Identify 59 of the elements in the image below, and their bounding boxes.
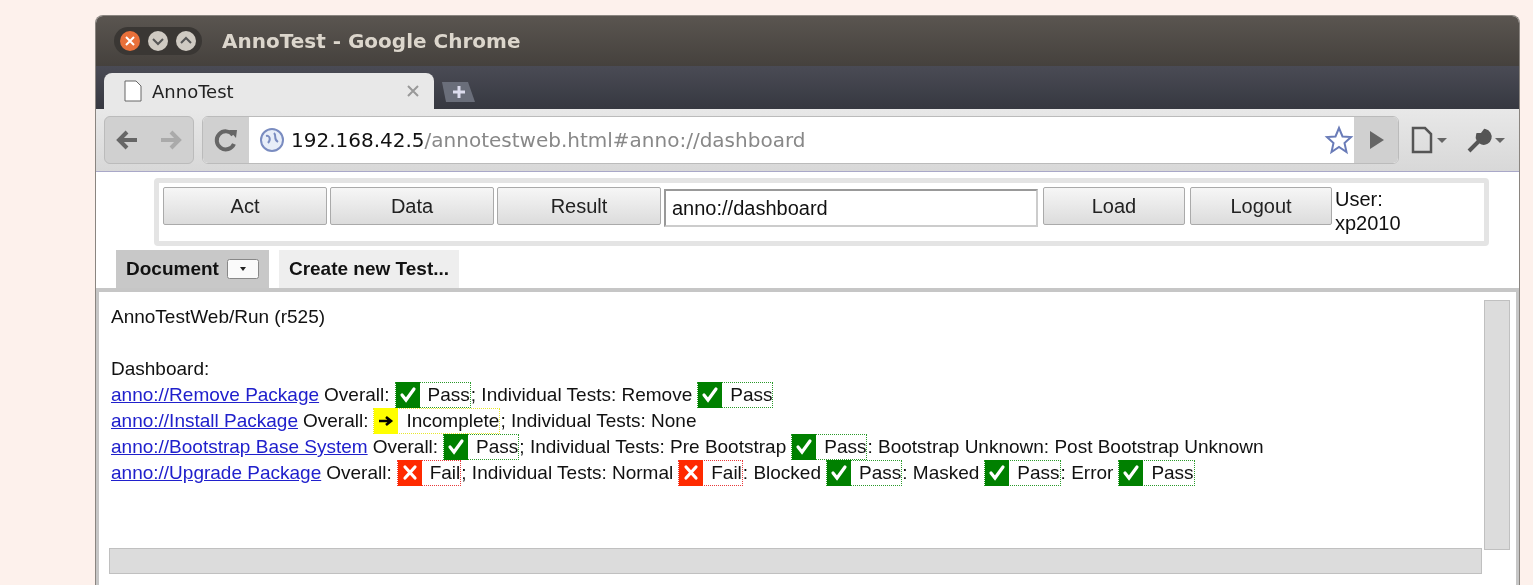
horizontal-scrollbar[interactable] (109, 548, 1482, 574)
version-heading: AnnoTestWeb/Run (r525) (111, 305, 326, 329)
cross-icon (397, 460, 422, 486)
dashboard-link[interactable]: anno://Install Package (111, 408, 298, 434)
nav-button[interactable]: Result (497, 187, 661, 225)
action-button[interactable]: Load (1043, 187, 1185, 225)
check-icon (698, 382, 723, 408)
dashboard-link[interactable]: anno://Upgrade Package (111, 460, 322, 486)
minimize-icon[interactable] (147, 30, 169, 52)
status-text: : Bootstrap Unknown: Post Bootstrap Unknown (867, 435, 1264, 459)
close-icon[interactable] (119, 30, 141, 52)
status-text: : Error (1060, 461, 1114, 485)
status-text: : Blocked (742, 461, 821, 485)
page-icon (124, 80, 142, 102)
status-text: : Masked (902, 461, 980, 485)
action-button[interactable]: Logout (1190, 187, 1332, 225)
check-icon (444, 434, 469, 460)
reload-icon[interactable] (203, 117, 249, 163)
dashboard-link[interactable]: anno://Remove Package (111, 382, 320, 408)
status-text: ; Individual Tests: Remove (470, 383, 693, 407)
dropdown-icon[interactable] (226, 259, 259, 279)
dashboard-link[interactable]: anno://Bootstrap Base System (111, 434, 368, 460)
check-icon (792, 434, 817, 460)
status-text: ; Individual Tests: None (500, 409, 697, 433)
check-icon (395, 382, 420, 408)
play-icon[interactable] (1354, 117, 1398, 163)
result-label: Fail (711, 461, 742, 485)
maximize-icon[interactable] (175, 30, 197, 52)
browser-tab[interactable]: AnnoTest (104, 73, 434, 109)
status-text: Overall: (302, 409, 369, 433)
status-text: Overall: (372, 435, 439, 459)
vertical-scrollbar[interactable] (1484, 300, 1510, 550)
user-label: User: xp2010 (1335, 187, 1402, 235)
status-text: Overall: (326, 461, 392, 485)
status-text: ; Individual Tests: Normal (461, 461, 674, 485)
result-label: Pass (824, 435, 867, 459)
result-label: Pass (859, 461, 902, 485)
result-label: Pass (427, 383, 470, 407)
address-field[interactable]: anno://dashboard (664, 189, 1038, 227)
page-tab[interactable]: Document (116, 250, 269, 288)
result-label: Pass (1151, 461, 1194, 485)
result-label: Fail (429, 461, 461, 485)
result-label: Incomplete (406, 409, 500, 433)
nav-button[interactable]: Act (163, 187, 327, 225)
status-text: ; Individual Tests: Pre Bootstrap (519, 435, 787, 459)
nav-button[interactable]: Data (330, 187, 494, 225)
star-icon[interactable] (1324, 125, 1354, 155)
result-label: Pass (476, 435, 519, 459)
check-icon (985, 460, 1010, 486)
section-heading: Dashboard: (111, 357, 210, 381)
status-text: Overall: (324, 383, 390, 407)
window-title: AnnoTest - Google Chrome (222, 29, 521, 53)
page-tab[interactable]: Create new Test... (278, 250, 460, 288)
result-label: Pass (1017, 461, 1060, 485)
tab-title: AnnoTest (152, 80, 235, 102)
result-label: Pass (730, 383, 773, 407)
check-icon (827, 460, 851, 486)
cross-icon (679, 460, 704, 486)
check-icon (1119, 460, 1144, 486)
